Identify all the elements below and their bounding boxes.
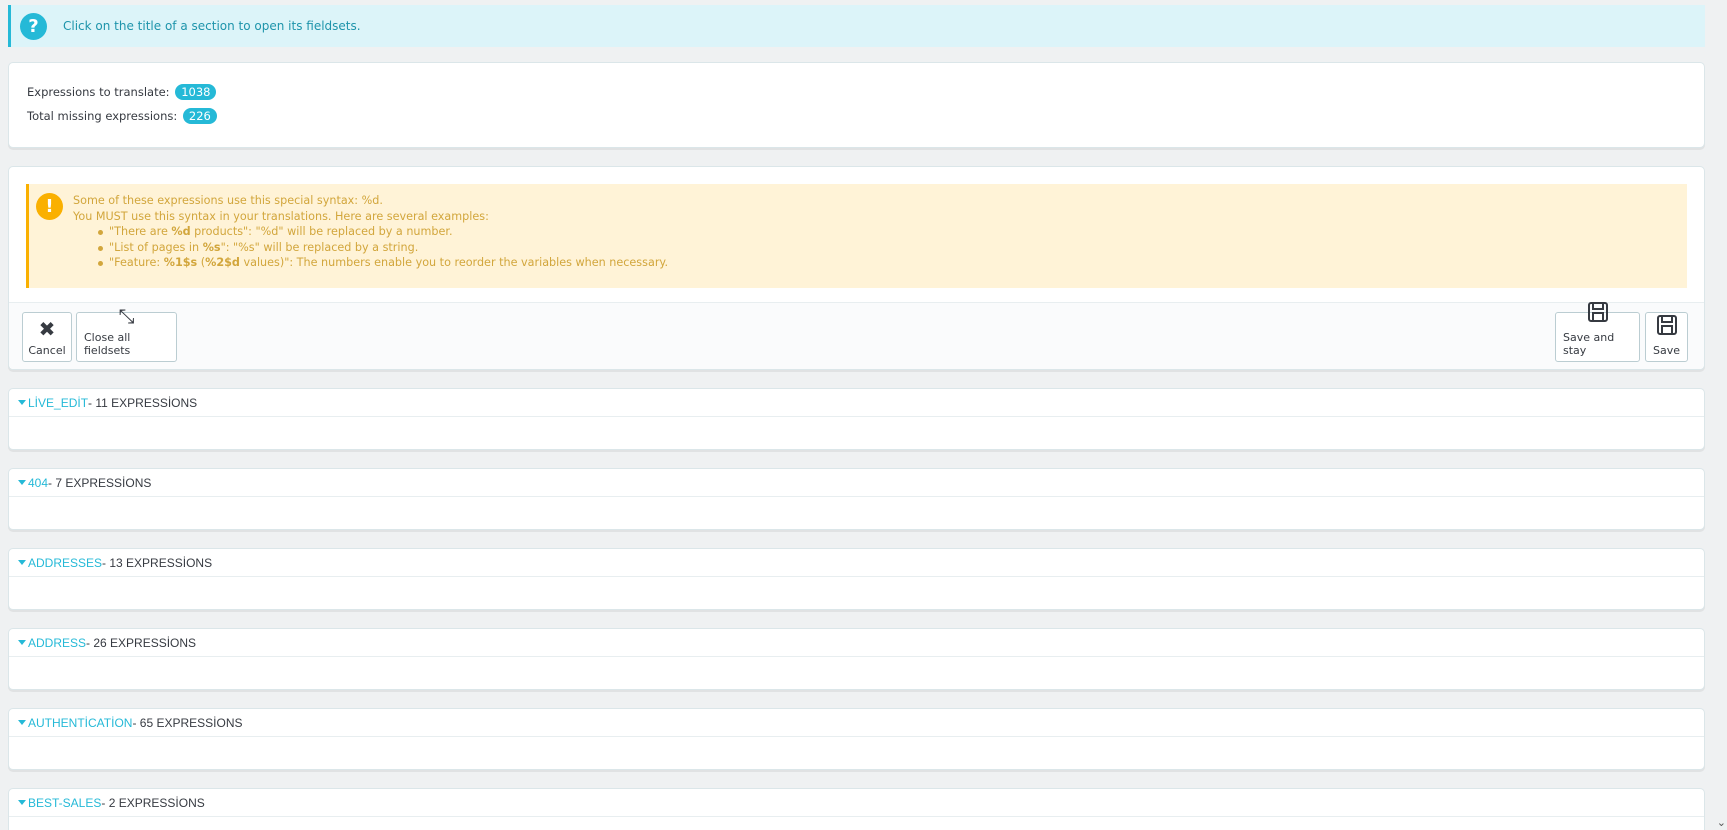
caret-down-icon: [18, 640, 26, 645]
section-expression-count: - 11 EXPRESSİONS: [88, 395, 198, 410]
expressions-to-translate: Expressions to translate: 1038: [27, 80, 1686, 104]
question-circle-icon: ?: [20, 12, 47, 40]
close-all-fieldsets-button[interactable]: ⤡ Close all fieldsets: [76, 305, 177, 362]
example-text: products": "%d" will be replaced by a nu…: [190, 225, 453, 238]
example-item: "There are %d products": "%d" will be re…: [98, 224, 1687, 240]
section-header[interactable]: LİVE_EDİT - 11 EXPRESSİONS: [9, 389, 1704, 417]
example-syntax: %d: [171, 225, 191, 238]
warning-line-2: You MUST use this syntax in your transla…: [73, 209, 489, 223]
section-fieldset: ADDRESS - 26 EXPRESSİONS: [8, 628, 1705, 690]
section-expression-count: - 26 EXPRESSİONS: [86, 635, 197, 650]
example-item: "Feature: %1$s (%2$d values)": The numbe…: [98, 255, 1687, 271]
section-expression-count: - 65 EXPRESSİONS: [132, 715, 243, 730]
section-title-link[interactable]: 404: [28, 476, 48, 490]
save-and-stay-label: Save and stay: [1563, 331, 1615, 357]
section-fieldset: LİVE_EDİT - 11 EXPRESSİONS: [8, 388, 1705, 450]
example-text: "There are: [109, 225, 172, 238]
section-title-link[interactable]: LİVE_EDİT: [28, 396, 88, 410]
info-alert-text: Click on the title of a section to open …: [63, 19, 361, 33]
save-button-label: Save: [1653, 344, 1681, 357]
translation-page: ? Click on the title of a section to ope…: [8, 5, 1705, 830]
examples-list: "There are %d products": "%d" will be re…: [73, 224, 1687, 271]
section-header[interactable]: BEST-SALES - 2 EXPRESSİONS: [9, 789, 1704, 817]
form-toolbar: ✖ Cancel ⤡ Close all fieldsets Save and …: [9, 302, 1704, 369]
translation-form-panel: ! Some of these expressions use this spe…: [8, 166, 1705, 370]
floppy-disk-icon: [1587, 301, 1609, 327]
example-text: "List of pages in: [109, 240, 203, 254]
missing-label: Total missing expressions:: [27, 109, 178, 123]
caret-down-icon: [18, 400, 26, 405]
cancel-button[interactable]: ✖ Cancel: [22, 312, 72, 362]
close-all-fieldsets-label: Close all fieldsets: [84, 331, 131, 357]
exclamation-circle-icon: !: [36, 193, 63, 220]
section-title-link[interactable]: BEST-SALES: [28, 796, 101, 810]
missing-count-badge: 226: [182, 108, 217, 124]
section-fieldset: BEST-SALES - 2 EXPRESSİONS: [8, 788, 1705, 830]
expressions-label: Expressions to translate:: [27, 85, 170, 99]
caret-down-icon: [18, 720, 26, 725]
save-and-stay-button[interactable]: Save and stay: [1555, 302, 1640, 362]
section-title-link[interactable]: AUTHENTİCATİON: [28, 716, 132, 730]
example-text: "Feature:: [109, 256, 164, 269]
example-syntax: %2$d: [205, 256, 240, 269]
total-missing-expressions: Total missing expressions: 226: [27, 104, 1686, 128]
section-fieldset: ADDRESSES - 13 EXPRESSİONS: [8, 548, 1705, 610]
section-fieldset: 404 - 7 EXPRESSİONS: [8, 468, 1705, 530]
section-title-link[interactable]: ADDRESS: [28, 636, 86, 650]
example-syntax: %s: [202, 240, 221, 254]
section-header[interactable]: 404 - 7 EXPRESSİONS: [9, 469, 1704, 497]
cancel-button-label: Cancel: [28, 344, 66, 357]
caret-down-icon: [18, 480, 26, 485]
info-alert: ? Click on the title of a section to ope…: [8, 5, 1705, 47]
example-text: ": "%s" will be replaced by a string.: [220, 240, 419, 254]
stats-panel: Expressions to translate: 1038 Total mis…: [8, 62, 1705, 148]
warning-line-1: Some of these expressions use this speci…: [73, 194, 383, 207]
example-text: (: [197, 256, 206, 269]
expressions-count-badge: 1038: [175, 84, 217, 100]
section-expression-count: - 7 EXPRESSİONS: [48, 475, 152, 490]
section-header[interactable]: ADDRESSES - 13 EXPRESSİONS: [9, 549, 1704, 577]
section-expression-count: - 13 EXPRESSİONS: [102, 555, 213, 570]
save-button[interactable]: Save: [1645, 312, 1688, 362]
section-expression-count: - 2 EXPRESSİONS: [101, 795, 205, 810]
section-title-link[interactable]: ADDRESSES: [28, 556, 102, 570]
floppy-disk-icon: [1656, 314, 1678, 340]
chevron-down-icon[interactable]: ⌄: [1717, 816, 1726, 829]
example-text: values)": The numbers enable you to reor…: [239, 256, 669, 269]
example-syntax: %1$s: [163, 256, 198, 269]
example-item: "List of pages in %s": "%s" will be repl…: [98, 240, 1687, 256]
caret-down-icon: [18, 560, 26, 565]
section-header[interactable]: AUTHENTİCATİON - 65 EXPRESSİONS: [9, 709, 1704, 737]
syntax-warning-alert: ! Some of these expressions use this spe…: [26, 184, 1687, 288]
compress-icon: ⤡: [118, 304, 135, 328]
section-fieldset: AUTHENTİCATİON - 65 EXPRESSİONS: [8, 708, 1705, 770]
close-icon: ✖: [38, 317, 56, 341]
section-header[interactable]: ADDRESS - 26 EXPRESSİONS: [9, 629, 1704, 657]
caret-down-icon: [18, 800, 26, 805]
